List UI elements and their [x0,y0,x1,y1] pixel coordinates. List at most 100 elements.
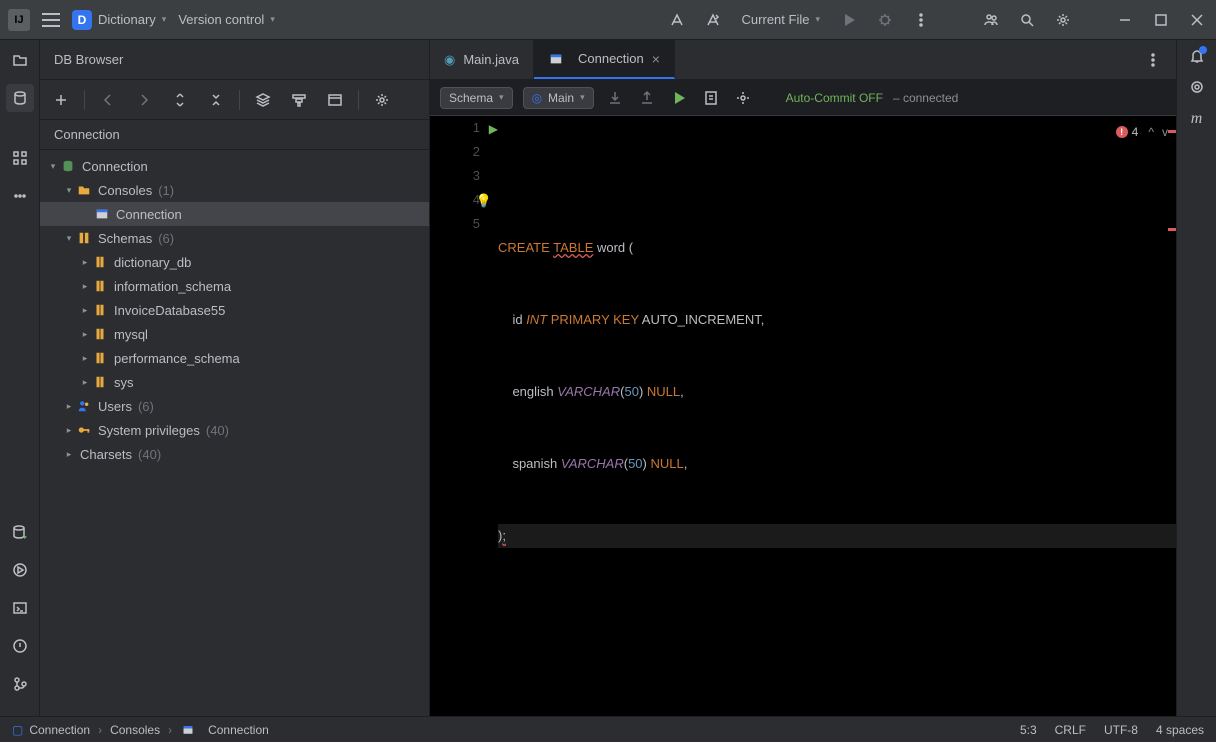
panel-title: DB Browser [40,40,429,80]
console-icon [548,51,564,67]
database-icon [60,158,76,174]
tab-connection[interactable]: Connection × [534,40,675,79]
vcs-menu[interactable]: Version control ▾ [178,12,275,27]
project-selector[interactable]: D Dictionary ▾ [72,10,166,30]
chevron-down-icon: ▾ [815,14,820,25]
structure-tool-icon[interactable] [6,144,34,172]
panel-subtab[interactable]: Connection [40,120,429,150]
collapse-icon[interactable] [205,89,227,111]
tree-sys-privileges[interactable]: ▸ System privileges (40) [40,418,429,442]
settings-icon[interactable] [1052,9,1074,31]
close-tab-icon[interactable]: × [652,51,660,67]
schema-group-icon [76,230,92,246]
schema-icon [92,326,108,342]
tree-consoles[interactable]: ▾ Consoles (1) [40,178,429,202]
close-icon[interactable] [1186,9,1208,31]
schema-icon [92,350,108,366]
schema-icon [92,302,108,318]
folder-icon [76,182,92,198]
project-name: Dictionary [98,12,156,27]
project-tool-icon[interactable] [6,46,34,74]
add-icon[interactable] [50,89,72,111]
chevron-right-icon: › [98,723,102,737]
breadcrumb-item[interactable]: ▢ Connection [12,723,90,737]
chevron-down-icon: ▾ [270,14,275,25]
settings-icon[interactable] [371,89,393,111]
tree-schema-item[interactable]: ▸information_schema [40,274,429,298]
tree-charsets[interactable]: ▸ Charsets (40) [40,442,429,466]
more-tool-icon[interactable] [6,182,34,210]
tree-schema-item[interactable]: ▸performance_schema [40,346,429,370]
line-ending[interactable]: CRLF [1055,723,1086,737]
settings-icon[interactable] [732,87,754,109]
schema-icon [92,374,108,390]
tree-schema-item[interactable]: ▸mysql [40,322,429,346]
debug-icon[interactable] [874,9,896,31]
tree-schema-item[interactable]: ▸sys [40,370,429,394]
cursor-position[interactable]: 5:3 [1020,723,1037,737]
tree-schema-item[interactable]: ▸dictionary_db [40,250,429,274]
expand-icon[interactable] [169,89,191,111]
chevron-down-icon: ▾ [499,92,504,103]
search-icon[interactable] [1016,9,1038,31]
app-icon: IJ [8,9,30,31]
chevron-down-icon: ▾ [162,14,167,25]
export-icon[interactable] [636,87,658,109]
filter-icon[interactable] [288,89,310,111]
tree-schema-item[interactable]: ▸InvoiceDatabase55 [40,298,429,322]
database-icon[interactable] [6,518,34,546]
key-icon [76,422,92,438]
run-icon[interactable] [838,9,860,31]
git-icon[interactable] [6,670,34,698]
tree-console-item[interactable]: Connection [40,202,429,226]
error-icon: ! [1116,126,1128,138]
forward-icon[interactable] [133,89,155,111]
tab-main-java[interactable]: ◉ Main.java [430,40,534,79]
collab-icon[interactable] [980,9,1002,31]
project-badge-icon: D [72,10,92,30]
auto-commit-status: Auto-Commit OFF [786,91,883,105]
schema-icon [92,278,108,294]
breadcrumb-item[interactable]: Connection [180,722,269,738]
minimize-icon[interactable] [1114,9,1136,31]
users-icon [76,398,92,414]
db-browser-tool-icon[interactable] [6,84,34,112]
ai-tool-icon[interactable] [1189,79,1205,98]
build-icon[interactable] [666,9,688,31]
back-icon[interactable] [97,89,119,111]
tree-users[interactable]: ▸ Users (6) [40,394,429,418]
code-editor[interactable]: ▶ 💡 1 2 3 4 5 ! 4 ^ v CREATE TABLE word … [430,116,1176,716]
rebuild-icon[interactable] [702,9,724,31]
main-selector[interactable]: ◎ Main ▾ [523,87,594,109]
error-indicator[interactable]: ! 4 ^ v [1116,120,1168,144]
schema-icon [92,254,108,270]
tree-connection-root[interactable]: ▾ Connection [40,154,429,178]
run-config-selector[interactable]: Current File ▾ [742,12,820,27]
java-file-icon: ◉ [444,52,455,68]
notifications-icon[interactable] [1189,48,1205,67]
schema-selector[interactable]: Schema ▾ [440,87,513,109]
console-icon [180,722,196,738]
view-icon[interactable] [324,89,346,111]
tree-schemas[interactable]: ▾ Schemas (6) [40,226,429,250]
more-icon[interactable] [910,9,932,31]
target-icon: ◎ [532,91,542,105]
run-tool-icon[interactable] [6,556,34,584]
encoding[interactable]: UTF-8 [1104,723,1138,737]
execute-icon[interactable] [668,87,690,109]
problems-icon[interactable] [6,632,34,660]
explain-icon[interactable] [700,87,722,109]
more-tab-icon[interactable] [1142,49,1164,71]
maximize-icon[interactable] [1150,9,1172,31]
objects-icon[interactable] [252,89,274,111]
link-icon: ▢ [12,723,23,737]
chevron-down-icon: ▾ [580,92,585,103]
import-icon[interactable] [604,87,626,109]
indent[interactable]: 4 spaces [1156,723,1204,737]
breadcrumb-item[interactable]: Consoles [110,723,160,737]
chevron-right-icon: › [168,723,172,737]
main-menu-icon[interactable] [42,13,60,27]
connection-status: – connected [893,91,958,105]
terminal-icon[interactable] [6,594,34,622]
meet-tool-icon[interactable]: m [1191,110,1203,128]
